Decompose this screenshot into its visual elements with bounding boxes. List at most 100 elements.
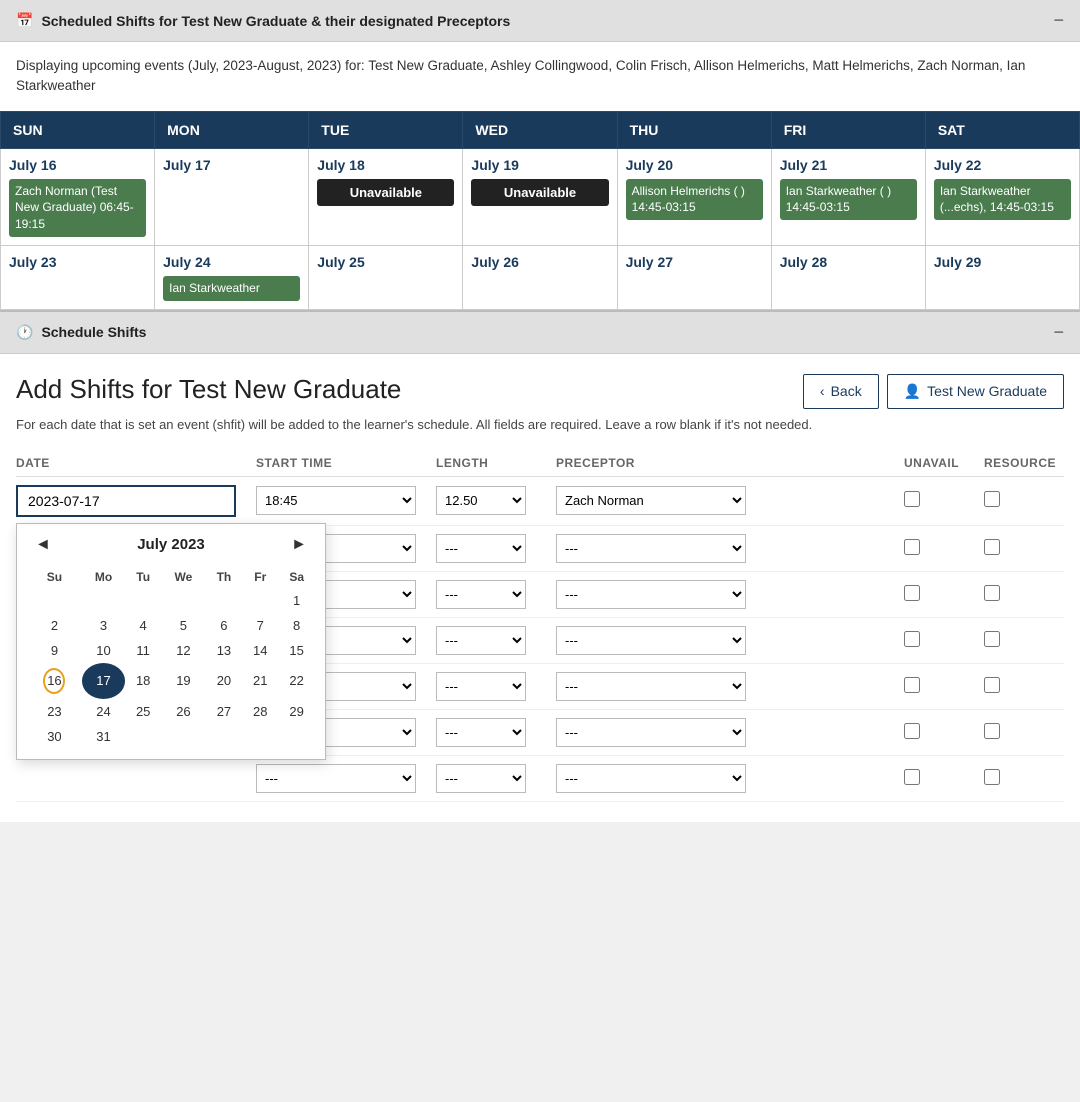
- dp-day-cell[interactable]: 8: [278, 613, 315, 638]
- preceptor-cell-empty: ---: [556, 718, 904, 747]
- length-select-empty[interactable]: ---: [436, 718, 526, 747]
- dp-prev-button[interactable]: ◄: [27, 534, 59, 556]
- calendar-cell[interactable]: July 18Unavailable: [309, 148, 463, 245]
- dp-day-cell[interactable]: 31: [82, 724, 125, 749]
- dp-day-cell[interactable]: 1: [278, 588, 315, 613]
- length-select-empty[interactable]: ---: [436, 534, 526, 563]
- dp-day-cell[interactable]: 26: [161, 699, 205, 724]
- dp-day-cell[interactable]: 11: [125, 638, 161, 663]
- calendar-cell[interactable]: July 19Unavailable: [463, 148, 617, 245]
- preceptor-select-empty[interactable]: ---: [556, 626, 746, 655]
- calendar-cell[interactable]: July 24Ian Starkweather: [155, 245, 309, 309]
- length-select-1[interactable]: 12.50: [436, 486, 526, 515]
- starttime-select-empty[interactable]: ---: [256, 764, 416, 793]
- preceptor-select-empty[interactable]: ---: [556, 534, 746, 563]
- dp-day-cell[interactable]: 24: [82, 699, 125, 724]
- length-select-empty[interactable]: ---: [436, 626, 526, 655]
- calendar-cell[interactable]: July 28: [771, 245, 925, 309]
- cal-event[interactable]: Ian Starkweather: [163, 276, 300, 301]
- dp-day-cell[interactable]: 20: [206, 663, 243, 699]
- cal-date-label: July 28: [780, 254, 917, 270]
- resource-check-empty[interactable]: [984, 723, 1000, 739]
- dp-day-cell[interactable]: 25: [125, 699, 161, 724]
- resource-check-empty[interactable]: [984, 631, 1000, 647]
- cal-date-label: July 17: [163, 157, 300, 173]
- preceptor-select-empty[interactable]: ---: [556, 764, 746, 793]
- unavail-check-empty[interactable]: [904, 769, 920, 785]
- dp-day-cell[interactable]: 17: [82, 663, 125, 699]
- calendar-cell[interactable]: July 20Allison Helmerichs ( ) 14:45-03:1…: [617, 148, 771, 245]
- unavail-check-empty[interactable]: [904, 585, 920, 601]
- starttime-cell-empty: ---: [256, 764, 436, 793]
- resource-check-empty[interactable]: [984, 677, 1000, 693]
- cal-date-label: July 23: [9, 254, 146, 270]
- dp-day-cell[interactable]: 14: [242, 638, 278, 663]
- resource-cell-empty: [984, 585, 1064, 604]
- resource-check-1[interactable]: [984, 491, 1000, 507]
- schedule-minimize-button[interactable]: −: [1053, 322, 1064, 343]
- preceptor-select-empty[interactable]: ---: [556, 672, 746, 701]
- unavail-check-empty[interactable]: [904, 677, 920, 693]
- cal-header-fri: FRI: [771, 111, 925, 148]
- cal-header-sat: SAT: [925, 111, 1079, 148]
- resource-check-empty[interactable]: [984, 585, 1000, 601]
- dp-day-cell[interactable]: 27: [206, 699, 243, 724]
- dp-next-button[interactable]: ►: [283, 534, 315, 556]
- dp-day-cell[interactable]: 2: [27, 613, 82, 638]
- dp-day-cell[interactable]: 12: [161, 638, 205, 663]
- cal-event[interactable]: Ian Starkweather ( ) 14:45-03:15: [780, 179, 917, 221]
- dp-day-cell[interactable]: 13: [206, 638, 243, 663]
- calendar-cell[interactable]: July 17: [155, 148, 309, 245]
- length-select-empty[interactable]: ---: [436, 580, 526, 609]
- preceptor-select-empty[interactable]: ---: [556, 718, 746, 747]
- calendar-cell[interactable]: July 27: [617, 245, 771, 309]
- dp-day-cell[interactable]: 5: [161, 613, 205, 638]
- dp-day-cell[interactable]: 30: [27, 724, 82, 749]
- calendar-cell[interactable]: July 29: [925, 245, 1079, 309]
- preceptor-select-1[interactable]: Zach Norman: [556, 486, 746, 515]
- length-cell-empty: ---: [436, 672, 556, 701]
- cal-event[interactable]: Unavailable: [471, 179, 608, 206]
- preceptor-select-empty[interactable]: ---: [556, 580, 746, 609]
- dp-day-cell[interactable]: 22: [278, 663, 315, 699]
- unavail-check-empty[interactable]: [904, 631, 920, 647]
- dp-day-cell[interactable]: 3: [82, 613, 125, 638]
- calendar-cell[interactable]: July 21Ian Starkweather ( ) 14:45-03:15: [771, 148, 925, 245]
- dp-day-cell[interactable]: 15: [278, 638, 315, 663]
- dp-day-cell[interactable]: 23: [27, 699, 82, 724]
- cal-event[interactable]: Zach Norman (Test New Graduate) 06:45-19…: [9, 179, 146, 237]
- resource-check-empty[interactable]: [984, 769, 1000, 785]
- unavail-check-empty[interactable]: [904, 539, 920, 555]
- calendar-cell[interactable]: July 25: [309, 245, 463, 309]
- dp-day-cell[interactable]: 29: [278, 699, 315, 724]
- calendar-cell[interactable]: July 26: [463, 245, 617, 309]
- dp-day-cell[interactable]: 10: [82, 638, 125, 663]
- dp-day-cell[interactable]: 28: [242, 699, 278, 724]
- preceptor-cell-empty: ---: [556, 626, 904, 655]
- dp-day-cell[interactable]: 9: [27, 638, 82, 663]
- date-input-1[interactable]: [16, 485, 236, 517]
- cal-event[interactable]: Ian Starkweather (...echs), 14:45-03:15: [934, 179, 1071, 221]
- calendar-cell[interactable]: July 16Zach Norman (Test New Graduate) 0…: [1, 148, 155, 245]
- calendar-cell[interactable]: July 23: [1, 245, 155, 309]
- cal-event[interactable]: Unavailable: [317, 179, 454, 206]
- length-select-empty[interactable]: ---: [436, 764, 526, 793]
- length-select-empty[interactable]: ---: [436, 672, 526, 701]
- starttime-select-1[interactable]: 18:45: [256, 486, 416, 515]
- back-button[interactable]: ‹ Back: [803, 374, 879, 409]
- dp-day-cell[interactable]: 21: [242, 663, 278, 699]
- dp-day-cell[interactable]: 19: [161, 663, 205, 699]
- dp-day-cell: [242, 724, 278, 749]
- dp-day-cell[interactable]: 18: [125, 663, 161, 699]
- cal-event[interactable]: Allison Helmerichs ( ) 14:45-03:15: [626, 179, 763, 221]
- dp-day-cell[interactable]: 4: [125, 613, 161, 638]
- resource-check-empty[interactable]: [984, 539, 1000, 555]
- graduate-button[interactable]: 👤 Test New Graduate: [887, 374, 1064, 409]
- dp-day-cell[interactable]: 16: [27, 663, 82, 699]
- unavail-check-1[interactable]: [904, 491, 920, 507]
- top-minimize-button[interactable]: −: [1053, 10, 1064, 31]
- calendar-cell[interactable]: July 22Ian Starkweather (...echs), 14:45…: [925, 148, 1079, 245]
- unavail-check-empty[interactable]: [904, 723, 920, 739]
- dp-day-cell[interactable]: 7: [242, 613, 278, 638]
- dp-day-cell[interactable]: 6: [206, 613, 243, 638]
